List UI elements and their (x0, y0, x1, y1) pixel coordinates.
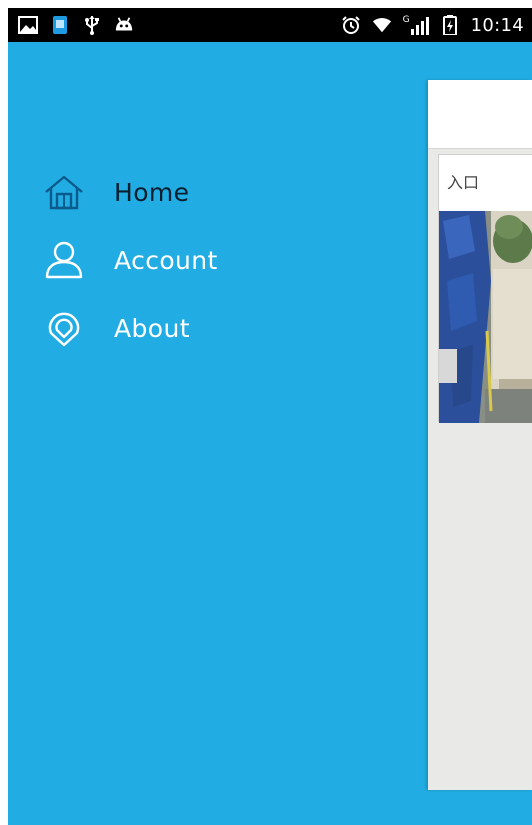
nav-label-about: About (114, 313, 190, 343)
signal-indicator: G (403, 15, 429, 35)
android-debug-icon (115, 17, 133, 31)
battery-icon (442, 15, 457, 35)
nav-item-account[interactable]: Account (44, 236, 218, 284)
sim-app-icon (53, 16, 67, 34)
clock: 10:14 (470, 14, 524, 36)
signal-icon (410, 17, 429, 35)
navigation-drawer: Home Account About (8, 42, 428, 825)
notification-icons (18, 8, 134, 42)
system-status: G 10:14 (341, 8, 524, 42)
nav-label-home: Home (114, 177, 190, 207)
card-title: 入口 (447, 173, 480, 192)
home-icon (44, 172, 84, 212)
nav-label-account: Account (114, 245, 218, 275)
nav-item-about[interactable]: About (44, 304, 190, 352)
account-icon (44, 240, 84, 280)
signal-tag: G (402, 15, 410, 25)
entry-card[interactable]: 入口 (438, 154, 532, 423)
gallery-icon (18, 16, 38, 34)
card-image (439, 211, 532, 423)
photo-thumbnail (439, 211, 532, 423)
main-content: 入口 (428, 80, 532, 790)
wifi-icon (372, 17, 391, 33)
about-icon (44, 308, 84, 348)
status-bar: G 10:14 (8, 8, 532, 42)
app-toolbar (428, 80, 532, 149)
usb-icon (85, 16, 99, 35)
phone-screen: G 10:14 入口 Home Account About (8, 8, 532, 825)
nav-item-home[interactable]: Home (44, 168, 189, 216)
alarm-icon (341, 16, 360, 34)
